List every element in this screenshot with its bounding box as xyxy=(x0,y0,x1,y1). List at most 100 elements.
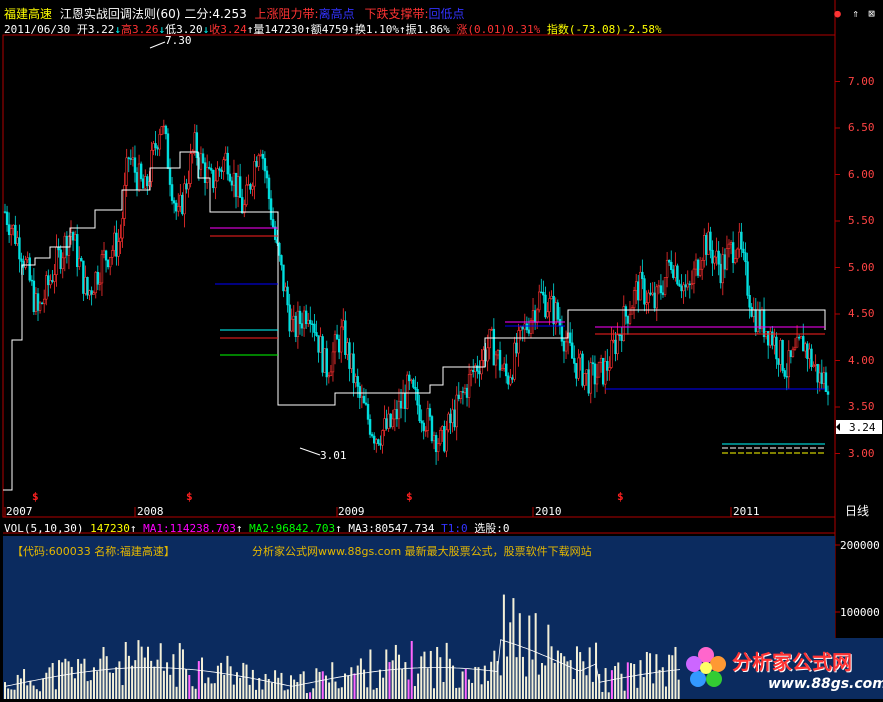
quote-bar: 2011/06/30 开3.22↓高3.26↓低3.20↓收3.24↑量1472… xyxy=(4,21,662,37)
candle-body xyxy=(117,241,120,257)
svg-text:$: $ xyxy=(406,490,413,503)
vol-ma2: MA2:96842.703 xyxy=(249,522,336,535)
candle-body xyxy=(562,340,566,352)
candle-body xyxy=(773,336,776,346)
volume-bar xyxy=(261,689,264,699)
candle-body xyxy=(49,280,52,286)
candle-body xyxy=(133,157,137,173)
volume-bar xyxy=(426,668,429,699)
up-arrow-icon: ↑ xyxy=(348,23,355,36)
candle-body xyxy=(591,362,595,365)
candle-body xyxy=(744,252,747,263)
volume-bar xyxy=(124,642,127,699)
chevron-up-icon[interactable]: ⇑ xyxy=(850,8,861,19)
resistance-value: 离高点 xyxy=(318,7,355,21)
volume-bar xyxy=(210,683,213,699)
quote-change-pct: 0.31% xyxy=(507,23,541,36)
quote-change-value: (0.01) xyxy=(467,23,508,36)
candle-body xyxy=(333,334,337,353)
candle-body xyxy=(137,163,141,191)
candle-body xyxy=(311,323,314,325)
volume-bar xyxy=(134,660,137,699)
candle-body xyxy=(127,157,130,159)
volume-bar xyxy=(483,665,486,699)
candle-body xyxy=(288,304,291,332)
candle-body xyxy=(630,307,634,315)
candle-body xyxy=(366,404,370,420)
logo-name: 分析家公式网 xyxy=(732,650,852,674)
promo-text[interactable]: 分析家公式网www.88gs.com 最新最大股票公式，股票软件下载网站 xyxy=(252,543,592,559)
volume-bar xyxy=(121,685,124,699)
volume-bar xyxy=(350,667,353,699)
candle-body xyxy=(193,132,196,152)
volume-bar xyxy=(404,662,407,699)
volume-bar xyxy=(286,689,289,699)
candle-body xyxy=(185,183,188,190)
candle-body xyxy=(141,178,145,189)
volume-bar xyxy=(35,689,38,699)
volume-bar xyxy=(251,669,254,699)
candle-body xyxy=(170,184,174,201)
main-chart-svg[interactable]: 7.30 3.01 $ $ $ $ 2007 2008 2009 2010 20… xyxy=(0,0,883,699)
candle-body xyxy=(259,153,262,156)
candle-body xyxy=(581,353,584,386)
volume-bar xyxy=(372,689,375,699)
candle-body xyxy=(278,242,281,256)
candle-body xyxy=(208,167,211,169)
candle-body xyxy=(102,250,106,255)
candle-body xyxy=(552,295,555,325)
candle-body xyxy=(265,170,269,179)
price-tick-label: 6.00 xyxy=(848,167,875,181)
volume-bar xyxy=(626,662,629,699)
candle-body xyxy=(129,158,133,160)
volume-bar xyxy=(582,661,585,699)
volume-bar xyxy=(436,646,439,699)
volume-bar xyxy=(137,640,140,699)
volume-bar xyxy=(197,661,200,699)
volume-bar xyxy=(344,673,347,699)
candle-body xyxy=(451,409,454,424)
stock-name[interactable]: 福建高速 xyxy=(4,7,52,21)
volume-bar xyxy=(566,661,569,699)
candle-body xyxy=(690,283,694,286)
candle-body xyxy=(342,320,345,328)
candle-body xyxy=(733,258,737,264)
candle-body xyxy=(688,283,692,286)
candle-body xyxy=(319,336,322,353)
site-logo[interactable]: 分析家公式网 www.88gs.com xyxy=(680,638,883,699)
candle-body xyxy=(465,387,469,398)
svg-text:$: $ xyxy=(32,490,39,503)
quote-high: 高3.26 xyxy=(120,23,159,36)
candle-body xyxy=(290,318,293,332)
candle-body xyxy=(36,293,40,311)
candle-body xyxy=(399,400,403,409)
volume-bar xyxy=(328,682,331,699)
close-icon[interactable]: ⊠ xyxy=(866,8,877,19)
candle-body xyxy=(752,309,755,317)
volume-bar xyxy=(258,677,261,699)
price-tick-label: 3.50 xyxy=(848,400,875,413)
volume-bar xyxy=(89,680,92,699)
price-tick-label: 5.50 xyxy=(848,214,875,227)
candle-body xyxy=(108,257,112,268)
candle-body xyxy=(115,232,118,257)
candle-body xyxy=(80,258,83,262)
volume-bar xyxy=(607,692,610,699)
volume-bar xyxy=(51,662,54,699)
settings-icon[interactable]: ● xyxy=(832,8,843,19)
candle-body xyxy=(533,310,537,323)
vol-xuangu: 选股:0 xyxy=(474,522,510,535)
candle-body xyxy=(496,349,500,356)
candle-body xyxy=(230,180,234,186)
indicator-name[interactable]: 江恩实战回调法则(60) xyxy=(60,7,181,21)
candle-body xyxy=(224,152,227,160)
volume-bar xyxy=(461,671,464,699)
candle-body xyxy=(395,409,399,420)
candle-body xyxy=(711,249,714,264)
period-label[interactable]: 日线 xyxy=(845,504,869,518)
candle-body xyxy=(538,291,541,311)
candle-body xyxy=(818,372,821,383)
candle-body xyxy=(560,325,564,342)
candle-body xyxy=(492,328,496,366)
candle-body xyxy=(106,259,110,268)
